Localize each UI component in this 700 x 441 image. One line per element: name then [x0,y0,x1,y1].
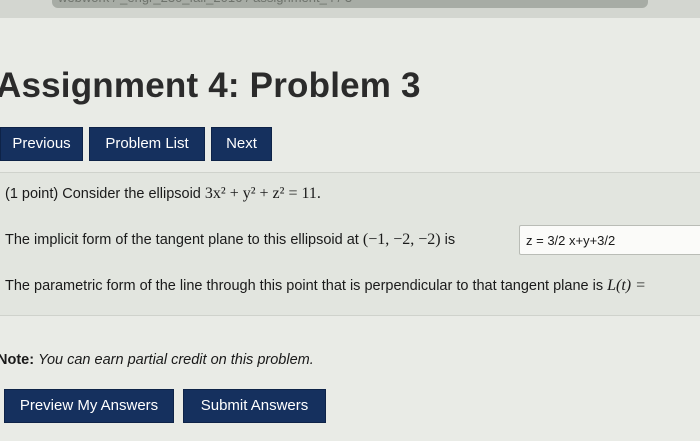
problem-body: (1 point) Consider the ellipsoid 3x² + y… [0,172,700,316]
previous-button[interactable]: Previous [0,127,83,161]
top-bar: webwork / _engr_230_fall_2016 / assignme… [0,0,700,18]
is-text: is [444,232,456,248]
problem-intro: (1 point) Consider the ellipsoid 3x² + y… [5,185,321,203]
submit-answers-button[interactable]: Submit Answers [183,389,326,423]
next-button[interactable]: Next [211,127,272,161]
note-label: Note: [0,352,35,368]
problem-list-button[interactable]: Problem List [89,127,205,161]
tangent-text: The implicit form of the tangent plane t… [5,232,359,248]
ellipsoid-equation: 3x² + y² + z² = 11. [204,185,321,202]
partial-credit-note: Note: You can earn partial credit on thi… [0,352,314,368]
preview-answers-button[interactable]: Preview My Answers [4,389,174,423]
tangent-plane-answer-input[interactable] [519,225,700,255]
page-title: Assignment 4: Problem 3 [0,66,421,105]
tangent-question: The implicit form of the tangent plane t… [5,231,455,249]
breadcrumb[interactable]: webwork / _engr_230_fall_2016 / assignme… [52,0,648,8]
point-coordinates: (−1, −2, −2) [362,231,441,248]
intro-text: Consider the ellipsoid [62,186,201,202]
points-label: (1 point) [5,186,59,202]
note-text: You can earn partial credit on this prob… [38,352,314,368]
parametric-question: The parametric form of the line through … [5,277,646,295]
line-expression: L(t) = [607,277,646,294]
parametric-text: The parametric form of the line through … [5,278,604,294]
